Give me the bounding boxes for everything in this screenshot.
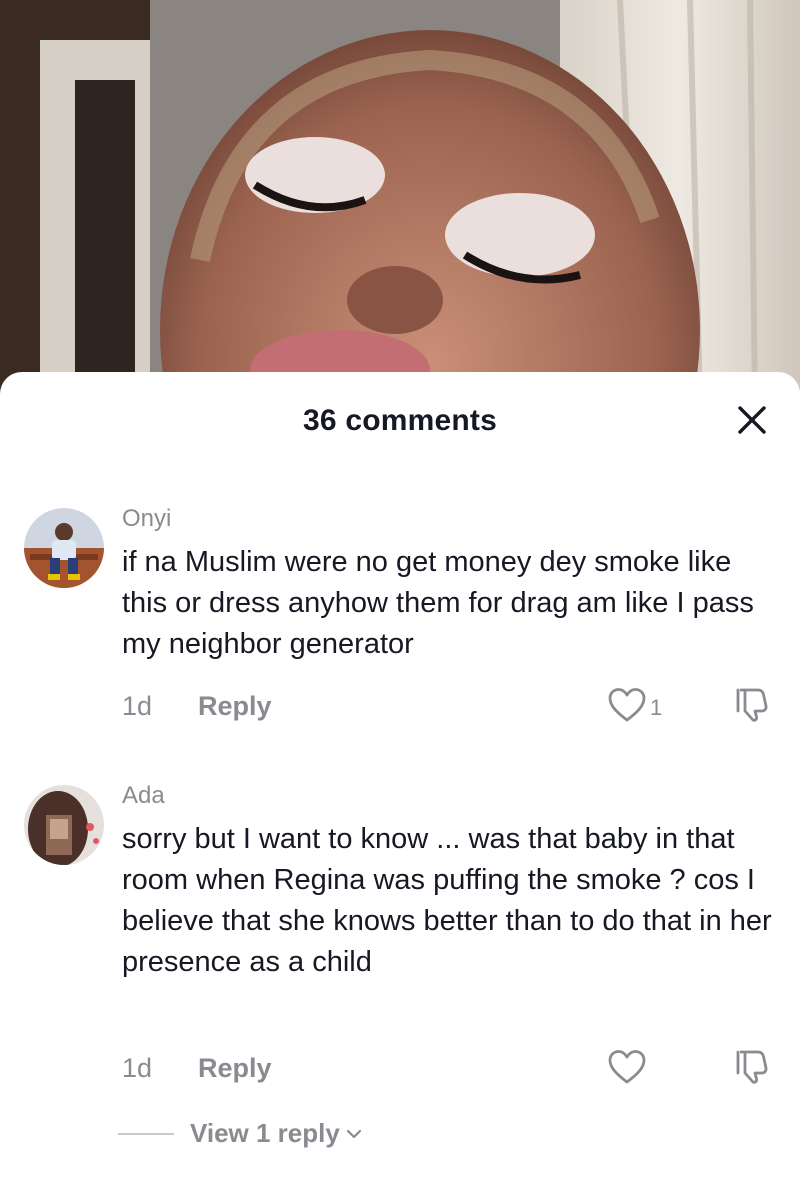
- dislike-button[interactable]: [734, 1048, 770, 1091]
- comment-meta: 1d Reply: [122, 686, 272, 726]
- reply-button[interactable]: Reply: [198, 1053, 272, 1084]
- divider-line: [118, 1132, 174, 1135]
- heart-icon: [606, 686, 648, 729]
- comment-text: if na Muslim were no get money dey smoke…: [122, 546, 754, 660]
- dislike-button[interactable]: [734, 686, 770, 729]
- chevron-down-icon: [346, 1127, 362, 1145]
- close-icon[interactable]: [732, 400, 772, 440]
- thumbs-down-icon: [736, 1050, 768, 1084]
- view-replies-button[interactable]: View 1 reply: [118, 1118, 362, 1149]
- comments-count-title: 36 comments: [303, 404, 497, 437]
- comment-time: 1d: [122, 690, 153, 721]
- like-button[interactable]: [606, 1048, 650, 1091]
- avatar[interactable]: [24, 508, 104, 588]
- sheet-header: 36 comments: [0, 372, 800, 468]
- comment-username[interactable]: Ada: [122, 782, 165, 810]
- comment-text: sorry but I want to know ... was that ba…: [122, 823, 772, 978]
- thumbs-down-icon: [736, 688, 768, 722]
- video-background: [0, 0, 800, 400]
- comments-sheet: 36 comments: [0, 372, 800, 1186]
- like-button[interactable]: 1: [606, 686, 662, 729]
- reply-button[interactable]: Reply: [198, 691, 272, 722]
- heart-icon: [606, 1048, 648, 1091]
- comment-username[interactable]: Onyi: [122, 505, 171, 533]
- comment-time: 1d: [122, 1052, 153, 1083]
- avatar[interactable]: [24, 785, 104, 865]
- view-replies-label: View 1 reply: [190, 1118, 340, 1148]
- like-count: 1: [650, 694, 663, 720]
- comment-meta: 1d Reply: [122, 1048, 272, 1088]
